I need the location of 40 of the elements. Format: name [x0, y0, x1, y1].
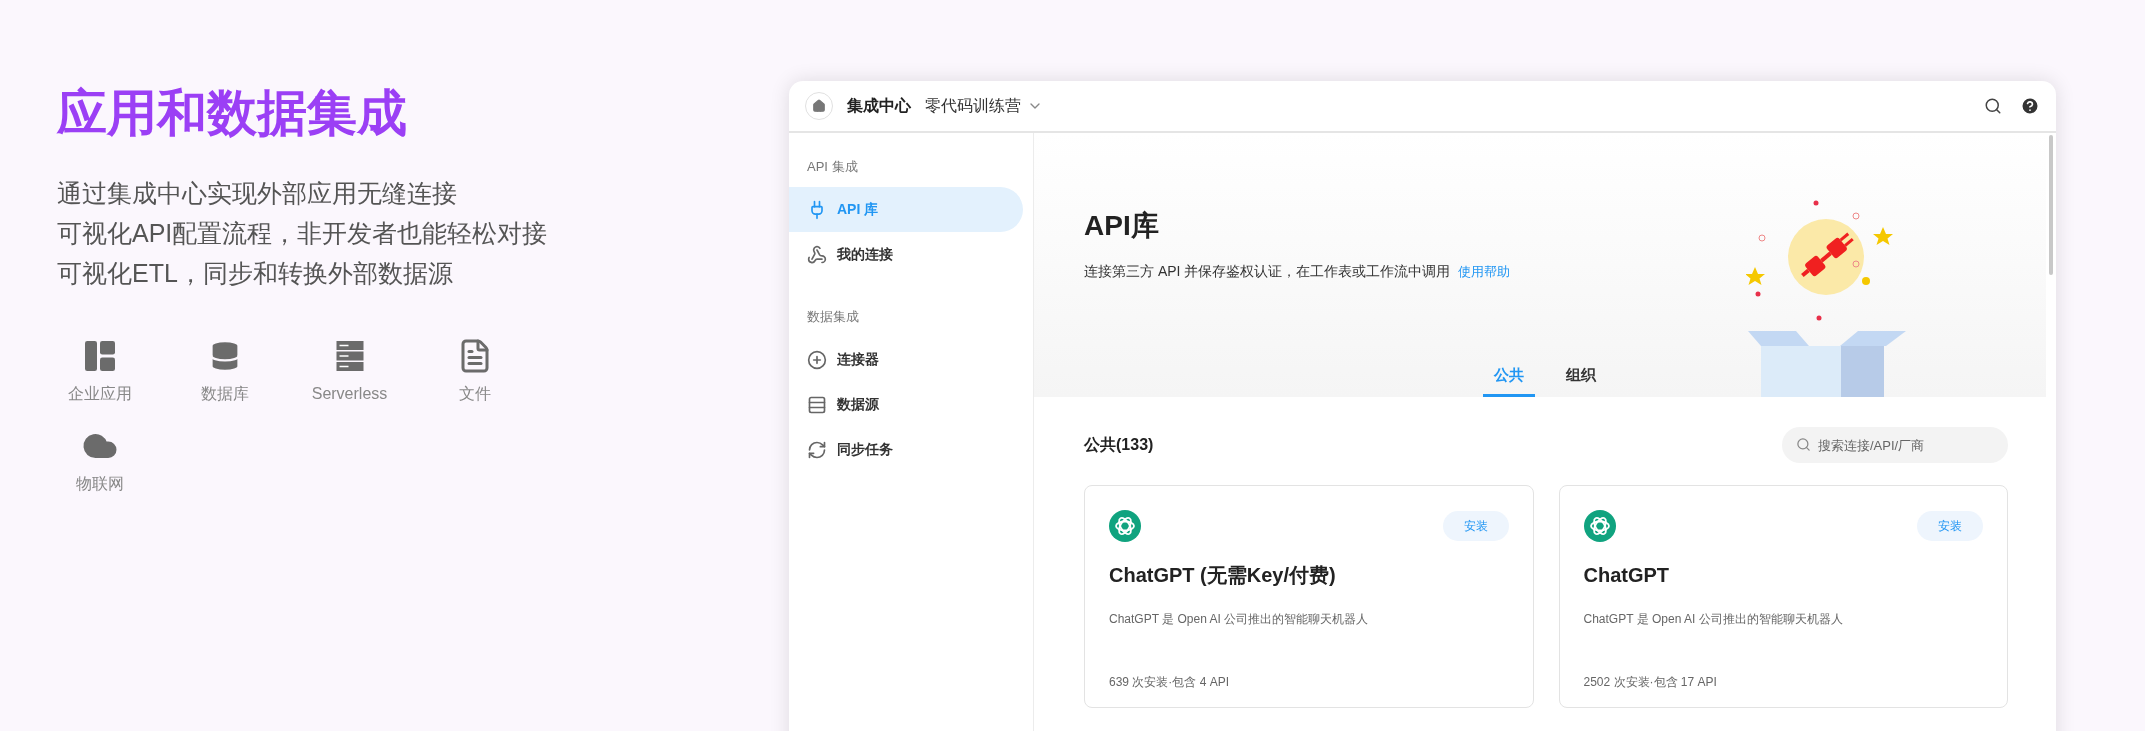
feature-label: 物联网	[75, 474, 124, 494]
sidebar-group-title: API 集成	[806, 158, 859, 176]
promo-line: 通过集成中心实现外部应用无缝连接	[57, 178, 457, 208]
sidebar-item[interactable]: 数据源	[789, 382, 1023, 427]
feature-label: Serverless	[311, 384, 388, 404]
rows-icon	[807, 394, 827, 415]
feature-label: 数据库	[200, 384, 249, 404]
card-title: ChatGPT (无需Key/付费)	[1109, 563, 1337, 588]
chatbot-logo-icon	[1109, 510, 1141, 542]
card-stats: 639 次安装·包含 4 API	[1109, 674, 1231, 691]
search-icon[interactable]	[1984, 97, 2002, 115]
sidebar-group-title: 数据集成	[806, 308, 860, 326]
promo-line: 可视化API配置流程，非开发者也能轻松对接	[57, 218, 548, 248]
sync-icon	[807, 439, 827, 460]
webhook-icon	[807, 244, 827, 265]
home-icon	[812, 99, 826, 113]
chatbot-logo-icon	[1583, 510, 1616, 542]
list-heading: 公共(133)	[1084, 435, 1154, 455]
feature-label: 企业应用	[67, 384, 132, 404]
workspace-dropdown[interactable]: 零代码训练营	[925, 94, 1043, 118]
search-field[interactable]: 搜索连接/API/厂商	[1782, 427, 2008, 463]
feature-label: 文件	[458, 384, 491, 404]
card-stats: 2502 次安装·包含 17 API	[1583, 674, 1718, 691]
api-card[interactable]: 安装 ChatGPT (无需Key/付费) ChatGPT 是 Open AI 公司推出的智能聊天机器人 639 次安装·包含 4 API	[1084, 485, 1534, 708]
search-icon	[1796, 437, 1811, 452]
api-card[interactable]: 安装 ChatGPT ChatGPT 是 Open AI 公司推出的智能聊天机器人 2502 次安装·包含 17 API	[1558, 485, 2008, 708]
card-description: ChatGPT 是 Open AI 公司推出的智能聊天机器人	[1583, 611, 1844, 628]
card-title: ChatGPT	[1583, 563, 1671, 588]
window-title: 集成中心	[847, 96, 911, 116]
sidebar-item[interactable]: 连接器	[789, 337, 1023, 382]
tab[interactable]: 组织	[1555, 357, 1607, 397]
promo-line: 可视化ETL，同步和转换外部数据源	[57, 258, 453, 288]
plus-circle-icon	[807, 349, 827, 370]
promo-title: 应用和数据集成	[57, 88, 407, 138]
hero-title: API库	[1084, 209, 1159, 243]
sidebar-item[interactable]: 同步任务	[789, 427, 1023, 472]
sidebar-item[interactable]: 我的连接	[789, 232, 1023, 277]
description-text: 连接第三方 API 并保存鉴权认证，在工作表或工作流中调用	[1084, 262, 1451, 281]
help-icon[interactable]	[2020, 96, 2040, 116]
card-description: ChatGPT 是 Open AI 公司推出的智能聊天机器人	[1109, 611, 1370, 628]
